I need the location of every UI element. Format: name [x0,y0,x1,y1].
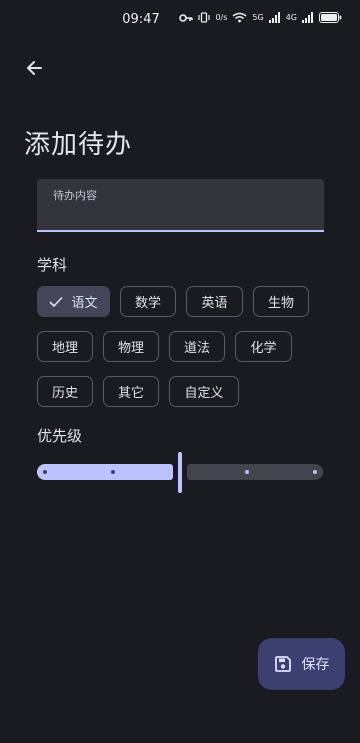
chip-label: 数学 [134,296,161,311]
slider-tick [43,470,47,474]
chip-label: 自定义 [184,386,224,401]
status-icons: 0/s 5G 4G [179,12,342,23]
signal-4g-label: 4G [285,13,297,22]
battery-icon [319,12,342,23]
todo-content-input[interactable] [53,205,308,225]
chip-subject-chemistry[interactable]: 化学 [235,331,292,362]
wifi-icon [232,12,247,23]
arrow-left-icon [27,61,42,75]
chip-label: 英语 [201,296,228,311]
slider-tick [111,470,115,474]
save-label: 保存 [301,657,330,673]
slider-handle[interactable] [178,452,182,493]
chip-label: 其它 [117,386,144,401]
priority-label: 优先级 [37,427,83,445]
status-bar: 09:47 0/s 5G 4G [0,0,360,40]
chip-subject-geography[interactable]: 地理 [37,331,93,362]
signal-4g-icon [302,12,313,23]
chip-label: 生物 [267,296,294,311]
chip-label: 物理 [117,341,144,356]
chip-subject-math[interactable]: 数学 [120,286,176,317]
chip-subject-other[interactable]: 其它 [103,376,159,407]
slider-inactive-track[interactable] [187,464,323,480]
todo-content-label: 待办内容 [53,189,97,202]
back-button[interactable] [18,52,50,84]
save-icon [274,656,291,672]
save-button[interactable]: 保存 [258,638,345,690]
chip-label: 语文 [71,296,98,311]
chip-label: 历史 [51,386,78,401]
chip-label: 道法 [183,341,210,356]
slider-tick [245,470,249,474]
chip-label: 化学 [250,341,277,356]
vibrate-icon [198,12,211,23]
slider-active-track[interactable] [37,464,173,480]
chip-subject-chinese[interactable]: 语文 [37,286,110,317]
chip-subject-english[interactable]: 英语 [186,286,243,317]
chip-label: 地理 [51,341,78,356]
chip-subject-physics[interactable]: 物理 [103,331,159,362]
chip-subject-morality-law[interactable]: 道法 [169,331,225,362]
slider-tick [313,470,317,474]
key-icon [179,13,194,22]
screen: 09:47 0/s 5G 4G 添加待办 待办内容 学科 语文 数学 英语 生物… [0,0,360,743]
subject-label: 学科 [37,256,68,274]
check-icon [50,296,63,307]
chip-subject-biology[interactable]: 生物 [253,286,309,317]
signal-5g-icon [268,12,280,23]
chip-subject-history[interactable]: 历史 [37,376,93,407]
chip-subject-custom[interactable]: 自定义 [169,376,239,407]
todo-content-field[interactable]: 待办内容 [37,179,324,232]
signal-5g-label: 5G [252,13,264,22]
page-title: 添加待办 [24,130,133,160]
priority-slider[interactable] [37,452,323,493]
network-speed: 0/s [215,13,228,22]
